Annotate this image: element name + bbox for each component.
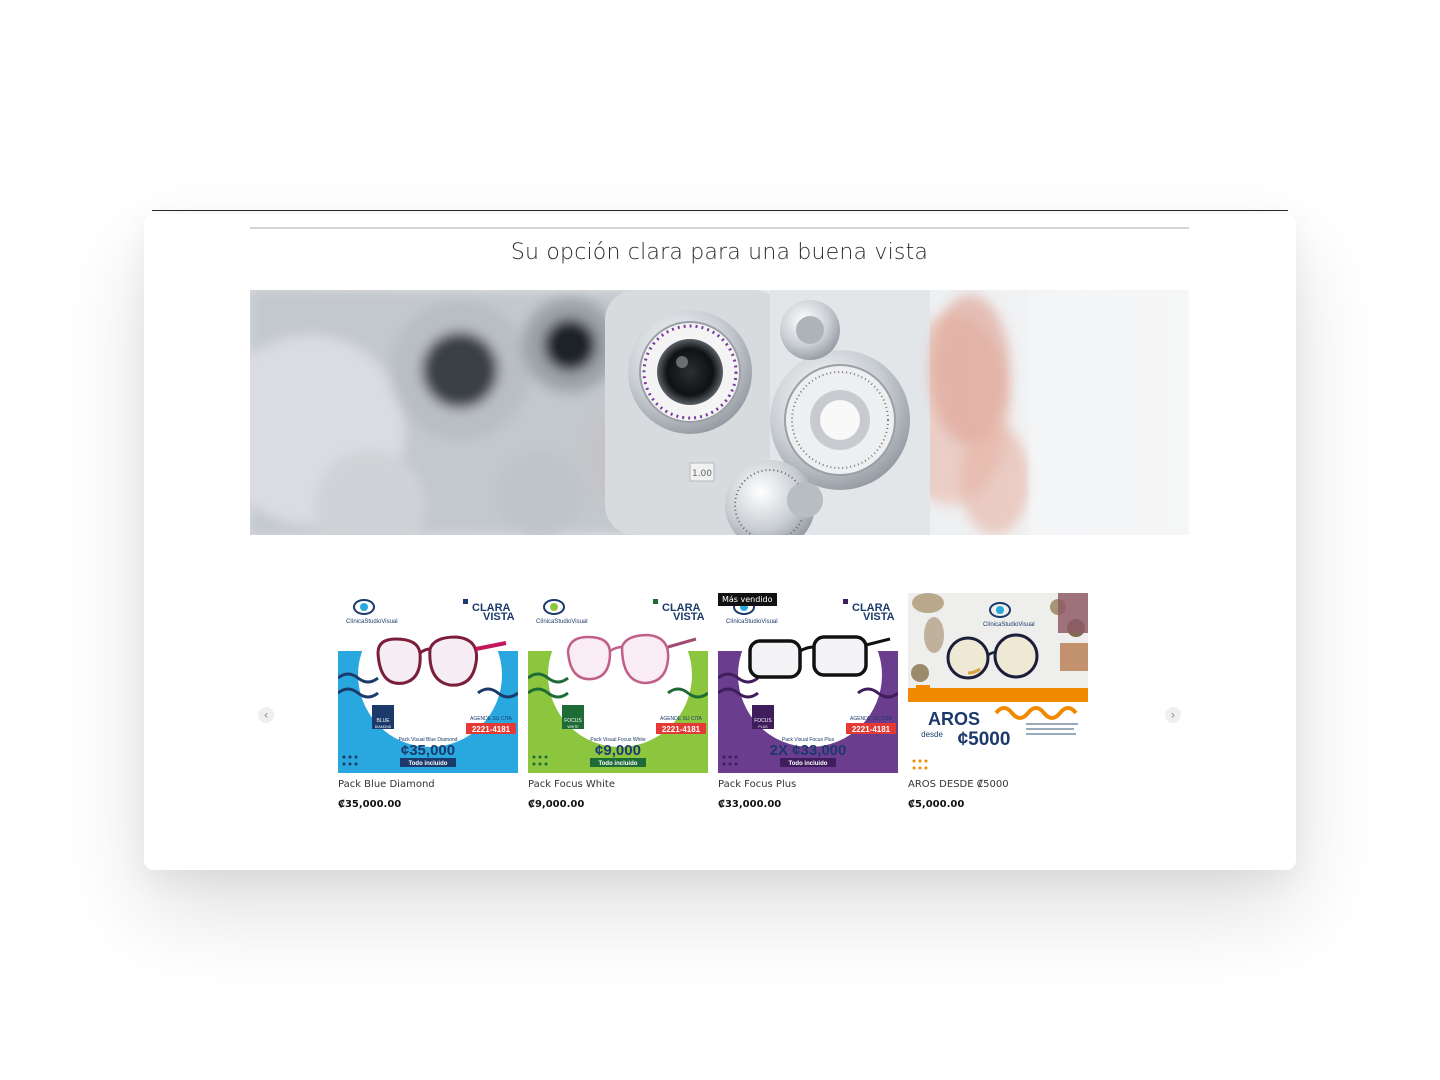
product-name[interactable]: Pack Blue Diamond xyxy=(338,779,518,790)
product-name[interactable]: AROS DESDE ₡5000 xyxy=(908,779,1088,790)
section-divider xyxy=(250,227,1189,229)
product-name[interactable]: Pack Focus Plus xyxy=(718,779,898,790)
svg-text:AGENDE SU CITA: AGENDE SU CITA xyxy=(850,716,893,722)
phoropter-photo: 1.00 xyxy=(250,290,1189,535)
carousel-prev-button[interactable]: ‹ xyxy=(258,707,274,723)
product-card[interactable]: ClínicaStudioVisual CLARA VISTA FOCUS WH… xyxy=(528,593,708,810)
svg-text:ClínicaStudioVisual: ClínicaStudioVisual xyxy=(983,622,1035,628)
svg-text:AGENDE SU CITA: AGENDE SU CITA xyxy=(660,716,703,722)
svg-text:Todo incluido: Todo incluido xyxy=(599,761,638,767)
svg-text:FOCUS: FOCUS xyxy=(754,718,772,724)
chevron-right-icon: › xyxy=(1170,708,1176,722)
product-price: ₡5,000.00 xyxy=(908,799,965,810)
svg-text:2221-4181: 2221-4181 xyxy=(852,725,891,734)
svg-text:BLUE: BLUE xyxy=(376,718,390,724)
svg-text:AROS: AROS xyxy=(928,709,980,729)
product-card[interactable]: ClínicaStudioVisual AROS desde ¢5000 ARO… xyxy=(908,593,1088,810)
svg-text:2221-4181: 2221-4181 xyxy=(472,725,511,734)
hero-banner: 1.00 xyxy=(250,290,1189,535)
bestseller-badge: Más vendido xyxy=(718,593,777,606)
product-price: ₡35,000.00 xyxy=(338,799,402,810)
product-image[interactable]: Más vendido ClínicaStudioVisual CLARA VI… xyxy=(718,593,898,773)
svg-text:Todo incluido: Todo incluido xyxy=(409,761,448,767)
svg-text:¢35,000: ¢35,000 xyxy=(401,742,455,759)
svg-text:¢5000: ¢5000 xyxy=(958,729,1011,750)
svg-text:ClínicaStudioVisual: ClínicaStudioVisual xyxy=(726,619,778,625)
product-price: ₡9,000.00 xyxy=(528,799,585,810)
svg-text:AGENDE SU CITA: AGENDE SU CITA xyxy=(470,716,513,722)
product-image[interactable]: ClínicaStudioVisual CLARA VISTA FOCUS WH… xyxy=(528,593,708,773)
svg-text:1.00: 1.00 xyxy=(692,469,712,479)
svg-text:FOCUS: FOCUS xyxy=(564,718,582,724)
svg-text:VISTA: VISTA xyxy=(483,611,515,623)
svg-text:WHITE: WHITE xyxy=(567,725,579,729)
product-card[interactable]: Más vendido ClínicaStudioVisual CLARA VI… xyxy=(718,593,898,810)
page-title: Su opción clara para una buena vista xyxy=(510,240,929,265)
product-card[interactable]: ClínicaStudioVisual CLARA VISTA BLUE DIA… xyxy=(338,593,518,810)
svg-text:VISTA: VISTA xyxy=(863,611,895,623)
svg-text:2X ¢33,000: 2X ¢33,000 xyxy=(770,742,847,759)
product-image[interactable]: ClínicaStudioVisual CLARA VISTA BLUE DIA… xyxy=(338,593,518,773)
svg-text:desde: desde xyxy=(921,730,943,739)
svg-text:Todo incluido: Todo incluido xyxy=(789,761,828,767)
chevron-left-icon: ‹ xyxy=(263,708,269,722)
svg-text:DIAMOND: DIAMOND xyxy=(375,725,392,729)
svg-text:2221-4181: 2221-4181 xyxy=(662,725,701,734)
ad-brand: ClínicaStudioVisual xyxy=(346,619,398,625)
product-name[interactable]: Pack Focus White xyxy=(528,779,708,790)
svg-text:PLUS: PLUS xyxy=(758,725,768,729)
carousel-next-button[interactable]: › xyxy=(1165,707,1181,723)
svg-text:ClínicaStudioVisual: ClínicaStudioVisual xyxy=(536,619,588,625)
product-price: ₡33,000.00 xyxy=(718,799,782,810)
svg-text:¢9,000: ¢9,000 xyxy=(595,742,641,759)
product-image[interactable]: ClínicaStudioVisual AROS desde ¢5000 xyxy=(908,593,1088,773)
svg-text:VISTA: VISTA xyxy=(673,611,705,623)
top-divider xyxy=(152,210,1288,211)
